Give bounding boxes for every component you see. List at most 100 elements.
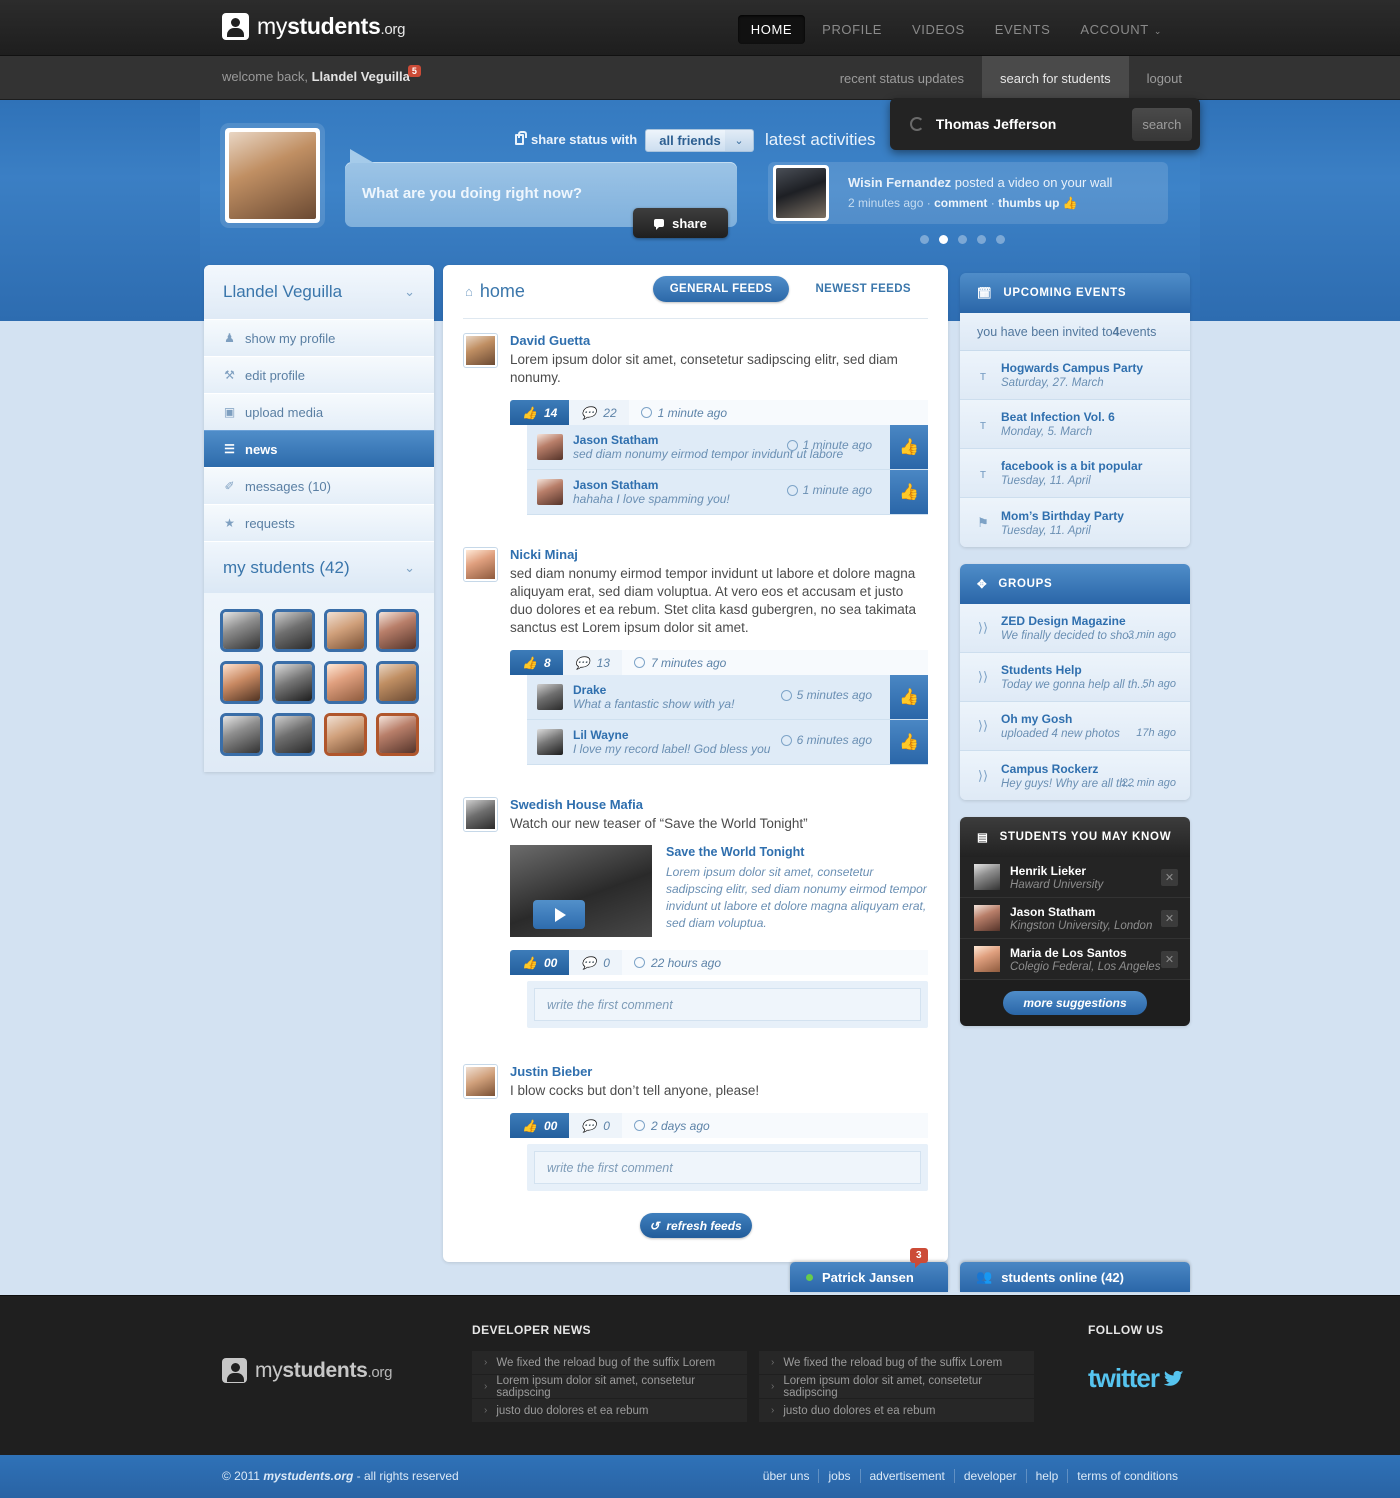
student-avatar[interactable] xyxy=(324,661,367,704)
activity-thumbsup-link[interactable]: thumbs up xyxy=(998,196,1059,210)
post-author[interactable]: David Guetta xyxy=(510,333,928,348)
audience-select-value[interactable]: all friends xyxy=(645,129,735,152)
footer-link-jobs[interactable]: jobs xyxy=(819,1469,861,1483)
student-avatar[interactable] xyxy=(376,661,419,704)
group-item[interactable]: ⟩⟩ Oh my Gosh uploaded 4 new photos 17h a… xyxy=(960,702,1190,751)
comment-author[interactable]: Drake xyxy=(573,683,734,697)
news-item[interactable]: › Lorem ipsum dolor sit amet, consetetur … xyxy=(759,1375,1034,1399)
event-item[interactable]: ᴛ Hogwards Campus Party Saturday, 27. Mar… xyxy=(960,351,1190,400)
news-item[interactable]: › justo duo dolores et ea rebum xyxy=(759,1399,1034,1422)
carousel-dot-1[interactable] xyxy=(920,235,929,244)
carousel-dot-3[interactable] xyxy=(958,235,967,244)
post-avatar[interactable] xyxy=(463,547,498,582)
tab-newest-feeds[interactable]: NEWEST FEEDS xyxy=(798,276,928,302)
refresh-feeds-button[interactable]: ↺ refresh feeds xyxy=(639,1213,752,1238)
comment-thumbs-up-button[interactable]: 👍 xyxy=(890,425,928,469)
latest-activity-item[interactable]: Wisin Fernandez posted a video on your w… xyxy=(768,162,1168,224)
post-comment-count[interactable]: 💬 0 xyxy=(569,950,622,975)
notification-badge[interactable]: 5 xyxy=(407,65,421,77)
student-avatar[interactable] xyxy=(272,609,315,652)
link-recent-status-updates[interactable]: recent status updates xyxy=(822,56,982,100)
sidebar-item-messages[interactable]: ✐ messages (10) xyxy=(204,467,434,504)
comment-thumbs-up-button[interactable]: 👍 xyxy=(890,470,928,514)
footer-link-help[interactable]: help xyxy=(1027,1469,1069,1483)
student-avatar[interactable] xyxy=(376,713,419,756)
more-suggestions-button[interactable]: more suggestions xyxy=(1003,991,1147,1015)
student-avatar[interactable] xyxy=(220,661,263,704)
student-avatar[interactable] xyxy=(272,713,315,756)
site-logo[interactable]: mystudents.org xyxy=(222,13,405,40)
comment-author[interactable]: Jason Statham xyxy=(573,478,730,492)
tab-general-feeds[interactable]: GENERAL FEEDS xyxy=(652,276,790,302)
comment-input[interactable]: write the first comment xyxy=(534,988,921,1021)
welcome-username[interactable]: Llandel Veguilla xyxy=(312,69,410,84)
news-item[interactable]: › We fixed the reload bug of the suffix L… xyxy=(759,1351,1034,1374)
link-search-for-students[interactable]: search for students xyxy=(982,56,1129,100)
students-online-button[interactable]: 👥 students online (42) xyxy=(960,1262,1190,1292)
audience-select-chevron-down-icon[interactable]: ⌄ xyxy=(725,129,754,152)
comment-author[interactable]: Lil Wayne xyxy=(573,728,770,742)
student-avatar[interactable] xyxy=(220,713,263,756)
footer-link-developer[interactable]: developer xyxy=(955,1469,1027,1483)
chat-friend-button[interactable]: Patrick Jansen 3 xyxy=(790,1248,948,1292)
news-item[interactable]: › Lorem ipsum dolor sit amet, consetetur … xyxy=(472,1375,747,1399)
comment-avatar[interactable] xyxy=(537,434,563,460)
sidebar-item-upload-media[interactable]: ▣ upload media xyxy=(204,393,434,430)
carousel-dot-2[interactable] xyxy=(939,235,948,244)
my-students-header[interactable]: my students (42) ⌄ xyxy=(204,541,434,593)
nav-home[interactable]: HOME xyxy=(737,15,806,44)
close-icon[interactable]: ✕ xyxy=(1161,951,1178,968)
video-thumbnail[interactable] xyxy=(510,845,652,937)
post-author[interactable]: Nicki Minaj xyxy=(510,547,928,562)
search-input[interactable] xyxy=(935,116,1132,132)
footer-logo[interactable]: mystudents.org xyxy=(222,1358,392,1383)
close-icon[interactable]: ✕ xyxy=(1161,910,1178,927)
suggestion-item[interactable]: Jason Statham Kingston University, London… xyxy=(960,898,1190,939)
group-item[interactable]: ⟩⟩ ZED Design Magazine We finally decided… xyxy=(960,604,1190,653)
nav-events[interactable]: EVENTS xyxy=(982,15,1064,44)
event-item[interactable]: ⚑ Mom’s Birthday Party Tuesday, 11. April xyxy=(960,498,1190,547)
news-item[interactable]: › justo duo dolores et ea rebum xyxy=(472,1399,747,1422)
footer-link-terms[interactable]: terms of conditions xyxy=(1068,1469,1178,1483)
nav-videos[interactable]: VIDEOS xyxy=(899,15,978,44)
event-item[interactable]: ᴛ facebook is a bit popular Tuesday, 11. … xyxy=(960,449,1190,498)
post-avatar[interactable] xyxy=(463,1064,498,1099)
student-avatar[interactable] xyxy=(324,609,367,652)
comment-thumbs-up-button[interactable]: 👍 xyxy=(890,675,928,719)
post-like-button[interactable]: 👍 00 xyxy=(510,950,570,975)
sidebar-item-news[interactable]: ☰ news xyxy=(204,430,434,467)
play-icon[interactable] xyxy=(533,900,585,929)
close-icon[interactable]: ✕ xyxy=(1161,869,1178,886)
student-avatar[interactable] xyxy=(324,713,367,756)
footer-link-advertisement[interactable]: advertisement xyxy=(861,1469,955,1483)
activity-comment-link[interactable]: comment xyxy=(934,196,987,210)
breadcrumb[interactable]: ⌂ home xyxy=(465,281,525,302)
link-logout[interactable]: logout xyxy=(1129,56,1200,100)
student-avatar[interactable] xyxy=(272,661,315,704)
sidebar-item-show-my-profile[interactable]: ♟ show my profile xyxy=(204,319,434,356)
carousel-dot-4[interactable] xyxy=(977,235,986,244)
student-avatar[interactable] xyxy=(220,609,263,652)
event-item[interactable]: ᴛ Beat Infection Vol. 6 Monday, 5. March xyxy=(960,400,1190,449)
post-author[interactable]: Swedish House Mafia xyxy=(510,797,928,812)
suggestion-item[interactable]: Henrik Lieker Haward University ✕ xyxy=(960,857,1190,898)
profile-avatar[interactable] xyxy=(225,128,320,223)
comment-thumbs-up-button[interactable]: 👍 xyxy=(890,720,928,764)
nav-account[interactable]: ACCOUNT ⌄ xyxy=(1067,15,1175,44)
post-author[interactable]: Justin Bieber xyxy=(510,1064,928,1079)
twitter-link[interactable]: twitter xyxy=(1088,1363,1185,1394)
comment-avatar[interactable] xyxy=(537,729,563,755)
student-avatar[interactable] xyxy=(376,609,419,652)
post-comment-count[interactable]: 💬 13 xyxy=(562,650,622,675)
share-button[interactable]: share xyxy=(633,208,728,238)
post-like-button[interactable]: 👍 00 xyxy=(510,1113,570,1138)
carousel-dot-5[interactable] xyxy=(996,235,1005,244)
post-like-button[interactable]: 👍 14 xyxy=(510,400,570,425)
news-item[interactable]: › We fixed the reload bug of the suffix L… xyxy=(472,1351,747,1374)
sidebar-item-edit-profile[interactable]: ⚒ edit profile xyxy=(204,356,434,393)
search-submit-button[interactable]: search xyxy=(1131,107,1192,141)
post-avatar[interactable] xyxy=(463,797,498,832)
suggestion-item[interactable]: Maria de Los Santos Colegio Federal, Los … xyxy=(960,939,1190,980)
comment-avatar[interactable] xyxy=(537,684,563,710)
nav-profile[interactable]: PROFILE xyxy=(809,15,895,44)
